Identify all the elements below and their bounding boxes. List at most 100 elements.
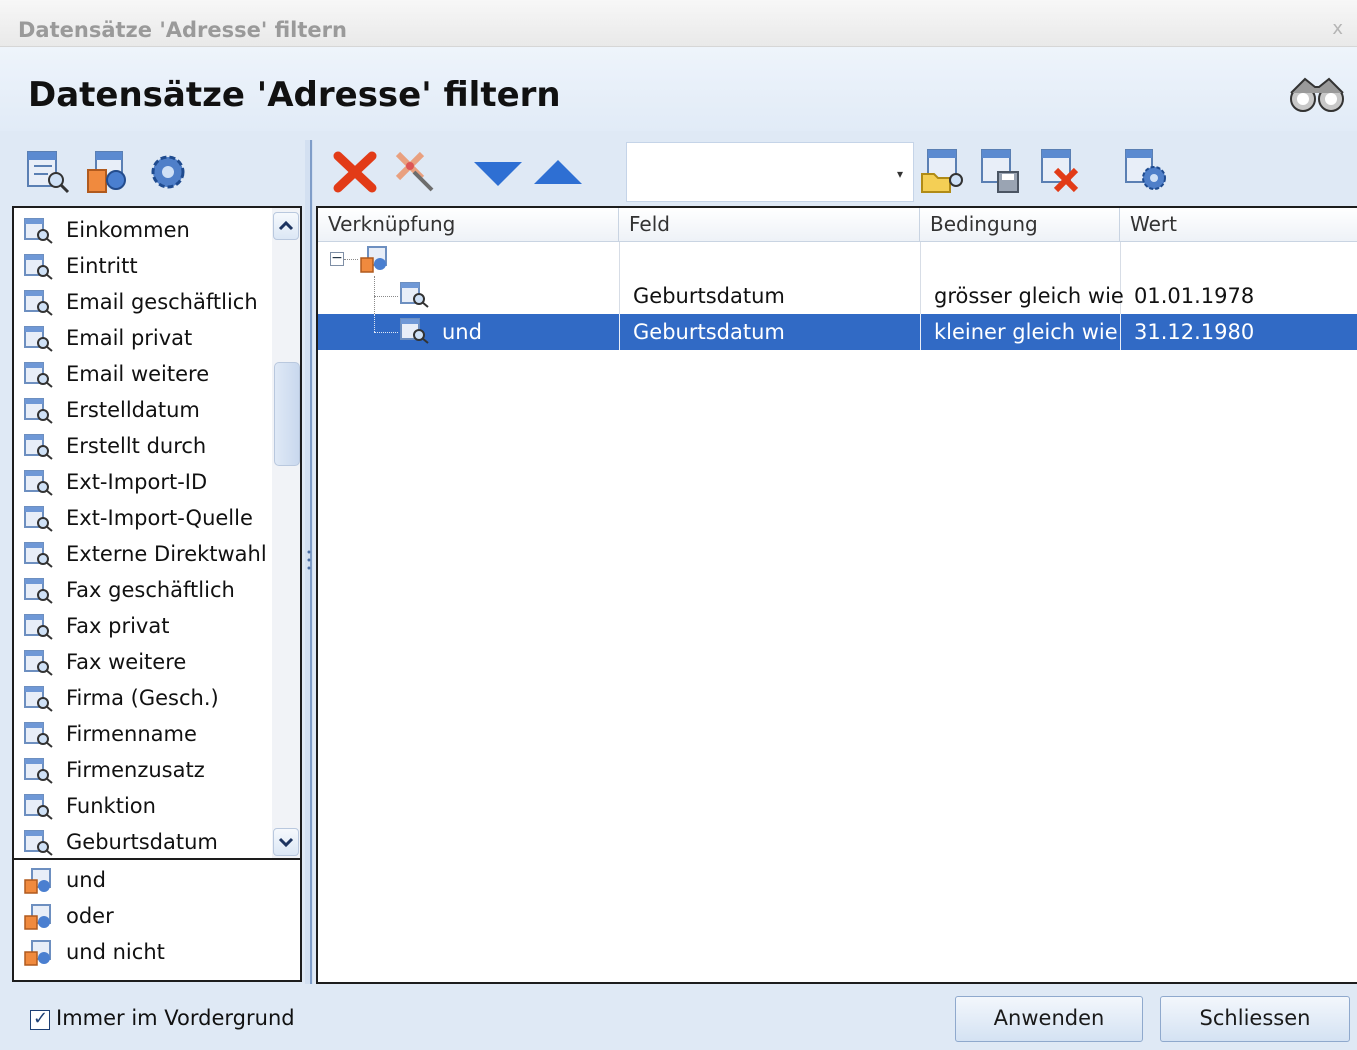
field-icon [24,794,54,831]
field-icon [24,830,54,858]
field-label: Eintritt [66,254,138,278]
field-list-scrollbar[interactable] [272,208,300,858]
close-button[interactable]: Schliessen [1160,996,1350,1042]
filter-combo[interactable]: ▾ [626,142,914,202]
field-icon [24,722,54,759]
field-label: Firma (Gesch.) [66,686,219,710]
field-icon [24,218,54,255]
cell-value: 31.12.1980 [1134,320,1255,344]
field-label: Fax privat [66,614,170,638]
field-icon [24,542,54,579]
field-icon [24,362,54,399]
close-icon[interactable]: x [1332,18,1343,39]
always-on-top-label[interactable]: Immer im Vordergrund [56,1006,295,1030]
scroll-up-button[interactable] [273,212,299,240]
always-on-top-checkbox[interactable]: ✓ [30,1008,50,1030]
save-filter-icon[interactable] [978,148,1026,198]
field-icon [24,614,54,651]
cell-condition: kleiner gleich wie [934,320,1118,344]
tree-connector [344,259,358,260]
field-label: Funktion [66,794,156,818]
field-icon [24,758,54,795]
field-icon [24,686,54,723]
cell-link [428,278,442,314]
operator-label: und [66,868,106,892]
cell-condition: grösser gleich wie [934,284,1124,308]
filter-settings-icon[interactable] [1124,148,1172,198]
field-label: Email weitere [66,362,210,386]
field-icon [24,434,54,471]
collapse-toggle[interactable]: − [330,251,344,266]
field-label: Ext-Import-ID [66,470,208,494]
field-icon [24,254,54,291]
cell-field: Geburtsdatum [633,320,785,344]
tree-connector [374,314,375,332]
settings-gear-icon[interactable] [148,152,188,196]
window-title: Datensätze 'Adresse' filtern [18,18,347,42]
operator-label: und nicht [66,940,165,964]
field-icon [400,318,430,348]
operator-label: oder [66,904,114,928]
field-icon [400,282,430,312]
cell-link: und [442,320,482,344]
field-icon [24,578,54,615]
column-header-value[interactable]: Wert [1120,208,1357,242]
field-label: Email geschäftlich [66,290,258,314]
field-label: Erstelldatum [66,398,200,422]
field-add-icon[interactable] [86,150,132,198]
open-filter-icon[interactable] [920,148,968,198]
delete-all-icon[interactable] [392,148,438,198]
filter-dialog: Datensätze 'Adresse' filtern x Datensätz… [0,0,1357,1050]
pane-splitter[interactable] [305,140,313,985]
move-down-icon[interactable] [472,160,524,192]
cell-value: 01.01.1978 [1134,284,1255,308]
column-header-link[interactable]: Verknüpfung [318,208,619,242]
column-header-field[interactable]: Feld [619,208,920,242]
scroll-thumb[interactable] [274,362,300,466]
field-icon [24,398,54,435]
column-divider [1120,314,1121,350]
field-icon [24,326,54,363]
binoculars-icon [1285,73,1349,121]
move-up-icon[interactable] [532,158,584,190]
column-divider [619,314,620,350]
field-label: Fax weitere [66,650,187,674]
field-label: Ext-Import-Quelle [66,506,253,530]
field-label: Erstellt durch [66,434,207,458]
field-icon [24,650,54,687]
field-icon [24,506,54,543]
operator-list: und oder und nicht [12,860,302,982]
filter-grid: Verknüpfung Feld Bedingung Wert − Geburt… [316,206,1357,984]
scroll-down-button[interactable] [273,828,299,856]
operator-icon [24,904,54,941]
field-search-icon[interactable] [26,150,72,198]
chevron-up-icon [278,220,294,231]
field-label: Fax geschäftlich [66,578,235,602]
operator-icon [24,940,54,977]
delete-filter-icon[interactable] [1038,148,1086,198]
column-divider [920,314,921,350]
apply-button[interactable]: Anwenden [955,996,1143,1042]
column-header-condition[interactable]: Bedingung [920,208,1120,242]
cell-field: Geburtsdatum [633,284,785,308]
table-row-selected[interactable]: und Geburtsdatum kleiner gleich wie 31.1… [318,314,1357,350]
delete-red-x-icon[interactable] [332,150,378,198]
tree-connector [374,332,398,333]
field-label: Email privat [66,326,193,350]
field-icon [24,470,54,507]
field-label: Firmenname [66,722,197,746]
dialog-header: Datensätze 'Adresse' filtern [0,47,1357,131]
field-label: Externe Direktwahl [66,542,267,566]
dropdown-arrow-icon[interactable]: ▾ [897,167,903,181]
page-title: Datensätze 'Adresse' filtern [28,75,561,115]
field-list: Einkommen Eintritt Email geschäftlich Em… [12,206,302,860]
checkmark-icon: ✓ [33,1008,49,1029]
field-label: Firmenzusatz [66,758,205,782]
chevron-down-icon [278,837,294,848]
operator-icon [24,868,54,905]
field-icon [24,290,54,327]
title-bar: Datensätze 'Adresse' filtern x [0,0,1357,47]
table-row[interactable]: Geburtsdatum grösser gleich wie 01.01.19… [318,278,1357,314]
field-label: Geburtsdatum [66,830,218,854]
group-root-icon [360,246,390,278]
